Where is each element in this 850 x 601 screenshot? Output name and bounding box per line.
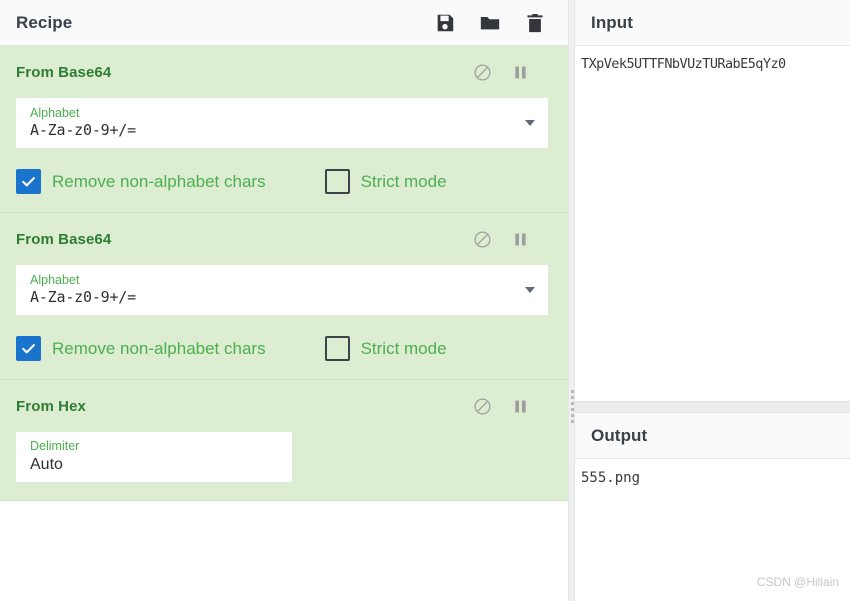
disable-icon[interactable] [473, 397, 492, 416]
checkbox-box-unchecked[interactable] [324, 169, 350, 194]
chevron-down-icon[interactable] [525, 287, 535, 293]
splitter-grip[interactable] [571, 390, 574, 426]
output-section: Output 555.png [575, 413, 850, 601]
alphabet-label: Alphabet [30, 105, 80, 120]
checkbox-label: Strict mode [360, 338, 447, 358]
recipe-operation-list: From Base64 Alphabet A-Za-z0-9+/= Remove… [0, 46, 568, 601]
remove-non-alphabet-chars-checkbox[interactable]: Remove non-alphabet chars [16, 336, 266, 361]
alphabet-label: Alphabet [30, 272, 80, 287]
io-pane: Input TXpVek5UTTFNbVUzTURabE5qYz0 Output… [575, 0, 850, 601]
checkbox-box-checked[interactable] [16, 336, 41, 361]
checkbox-box-checked[interactable] [16, 169, 41, 194]
input-body[interactable]: TXpVek5UTTFNbVUzTURabE5qYz0 [575, 46, 850, 401]
folder-icon[interactable] [479, 12, 501, 34]
output-textarea: 555.png [581, 470, 641, 486]
input-textarea[interactable]: TXpVek5UTTFNbVUzTURabE5qYz0 [581, 56, 842, 74]
operation-checkbox-row: Remove non-alphabet chars Strict mode [0, 315, 568, 361]
alphabet-select[interactable]: Alphabet A-Za-z0-9+/= [16, 98, 548, 148]
io-splitter-horizontal[interactable] [575, 401, 850, 413]
alphabet-value: A-Za-z0-9+/= [30, 288, 136, 307]
operation-header: From Base64 [0, 46, 568, 98]
recipe-header: Recipe [0, 0, 568, 46]
disable-icon[interactable] [473, 230, 492, 249]
operation-header: From Hex [0, 380, 568, 432]
delimiter-value: Auto [30, 455, 63, 473]
operation-controls [473, 230, 552, 249]
chevron-down-icon[interactable] [525, 120, 535, 126]
operation-controls [473, 63, 552, 82]
trash-icon[interactable] [524, 12, 546, 34]
delimiter-input[interactable]: Delimiter Auto [16, 432, 292, 482]
operation-title: From Base64 [16, 230, 112, 248]
alphabet-select[interactable]: Alphabet A-Za-z0-9+/= [16, 265, 548, 315]
recipe-header-actions [434, 12, 554, 34]
delimiter-label: Delimiter [30, 438, 80, 453]
checkbox-label: Remove non-alphabet chars [52, 338, 266, 358]
recipe-pane: Recipe From Base64 Alphabet A-Za-z0-9+/=… [0, 0, 568, 601]
output-body[interactable]: 555.png [575, 459, 850, 601]
checkbox-label: Strict mode [360, 171, 447, 191]
operation-title: From Base64 [16, 63, 112, 81]
remove-non-alphabet-chars-checkbox[interactable]: Remove non-alphabet chars [16, 169, 266, 194]
checkbox-label: Remove non-alphabet chars [52, 171, 266, 191]
output-title: Output [591, 425, 648, 445]
save-icon[interactable] [434, 12, 456, 34]
input-title: Input [591, 12, 634, 32]
operation-header: From Base64 [0, 213, 568, 265]
pause-icon[interactable] [511, 63, 530, 82]
disable-icon[interactable] [473, 63, 492, 82]
checkbox-box-unchecked[interactable] [324, 336, 350, 361]
output-header: Output [575, 413, 850, 459]
pause-icon[interactable] [511, 397, 530, 416]
pause-icon[interactable] [511, 230, 530, 249]
input-header: Input [575, 0, 850, 46]
strict-mode-checkbox[interactable]: Strict mode [324, 169, 447, 194]
recipe-operation[interactable]: From Hex Delimiter Auto [0, 380, 568, 501]
alphabet-value: A-Za-z0-9+/= [30, 121, 136, 140]
operation-controls [473, 397, 552, 416]
pane-splitter-vertical[interactable] [568, 0, 575, 601]
recipe-operation[interactable]: From Base64 Alphabet A-Za-z0-9+/= Remove… [0, 213, 568, 380]
strict-mode-checkbox[interactable]: Strict mode [324, 336, 447, 361]
operation-checkbox-row: Remove non-alphabet chars Strict mode [0, 148, 568, 194]
cyberchef-window: Recipe From Base64 Alphabet A-Za-z0-9+/=… [0, 0, 850, 601]
recipe-operation[interactable]: From Base64 Alphabet A-Za-z0-9+/= Remove… [0, 46, 568, 213]
input-section: Input TXpVek5UTTFNbVUzTURabE5qYz0 [575, 0, 850, 401]
recipe-title: Recipe [16, 12, 73, 32]
operation-title: From Hex [16, 397, 86, 415]
